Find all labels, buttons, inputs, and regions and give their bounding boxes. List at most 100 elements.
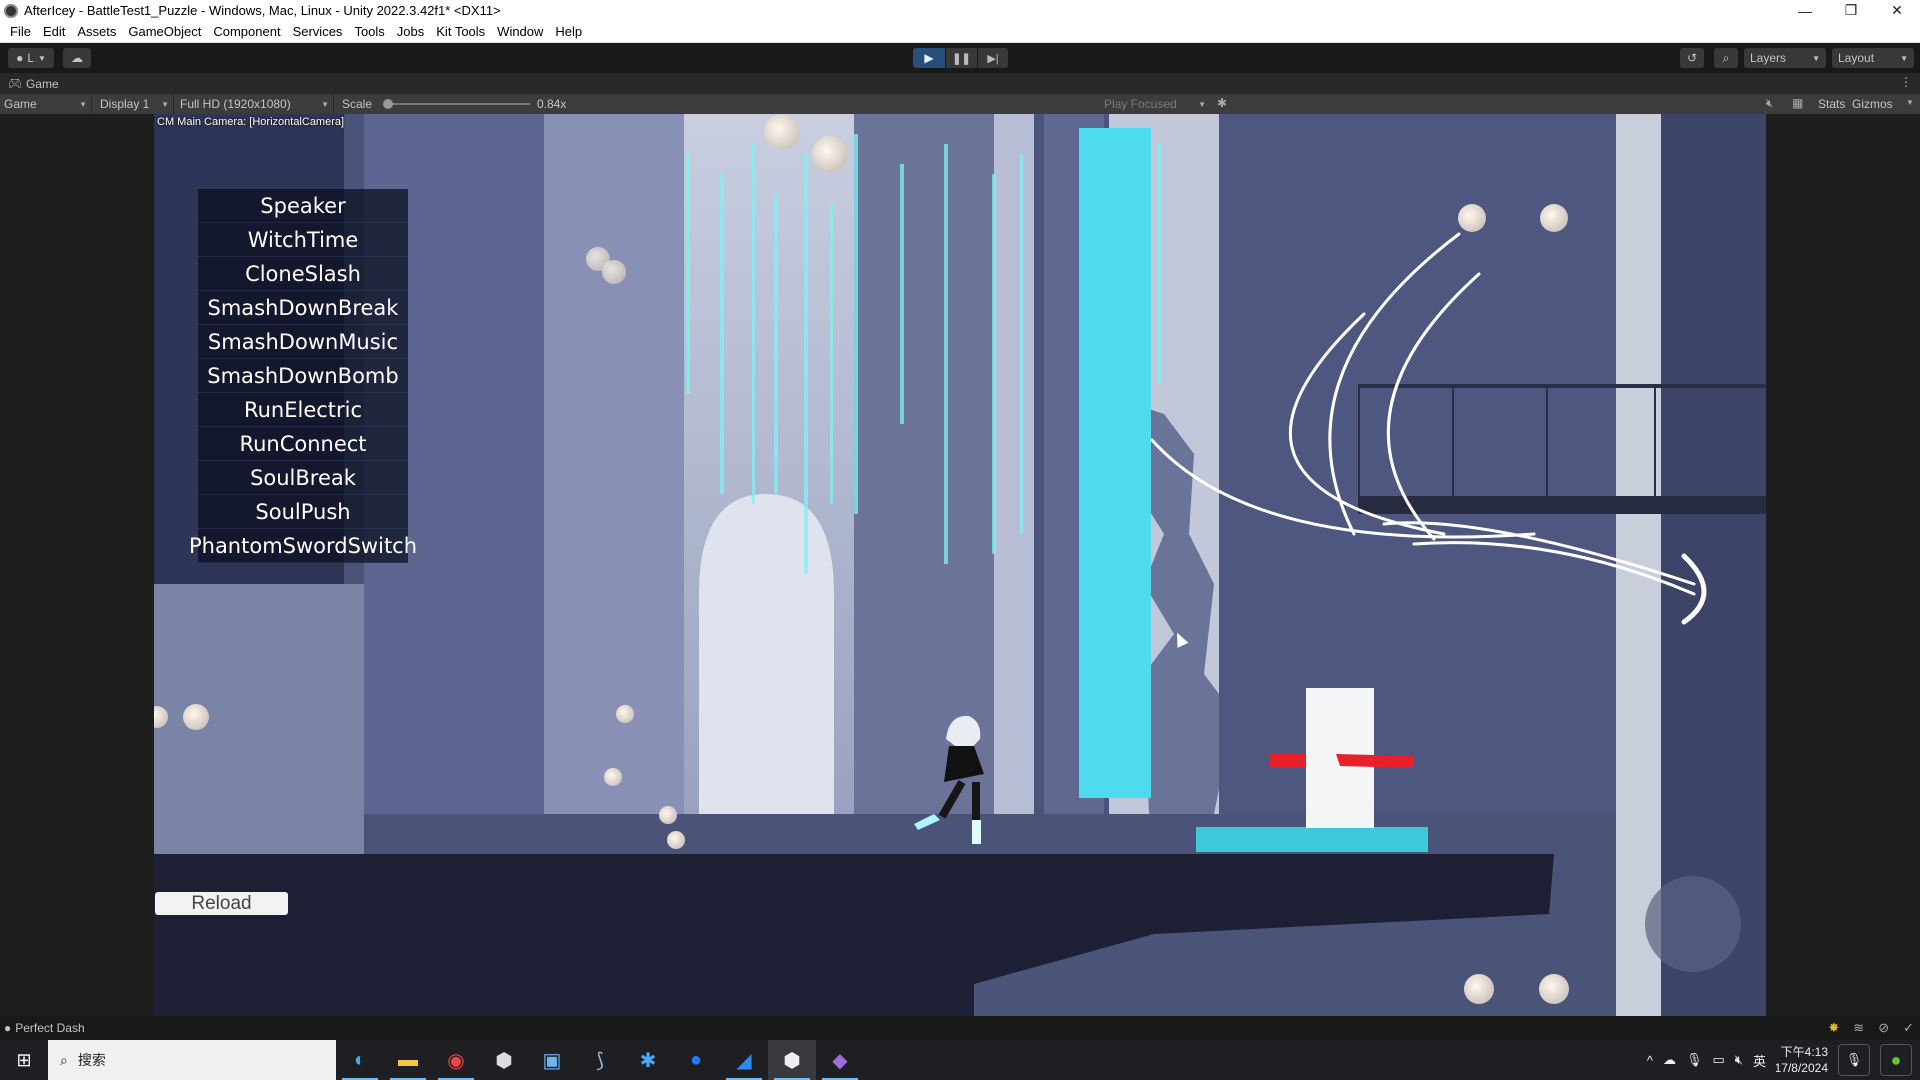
status-icons: ✸ ≋ ⊘ ✓ <box>1828 1020 1914 1036</box>
clock[interactable]: 下午4:13 17/8/2024 <box>1776 1044 1828 1076</box>
menu-component[interactable]: Component <box>207 24 286 39</box>
skill-button-speaker[interactable]: Speaker <box>198 189 408 223</box>
cyan-floor-block <box>1196 827 1428 852</box>
balcony-post <box>1654 386 1656 496</box>
scale-label: Scale <box>342 97 373 111</box>
menu-file[interactable]: File <box>4 24 37 39</box>
taskbar-app-unity-hub[interactable]: ⬢ <box>480 1040 528 1080</box>
chevron-down-icon: ▼ <box>38 53 46 63</box>
taskbar-app-visual-studio[interactable]: ◆ <box>816 1040 864 1080</box>
cloud-button[interactable]: ☁ <box>63 48 91 68</box>
mute-audio-icon[interactable]: 🔇︎ <box>1766 96 1774 111</box>
balcony-post <box>1546 386 1548 496</box>
search-icon: ⌕ <box>1722 50 1730 65</box>
unity-hub-icon: ⬢ <box>495 1049 513 1072</box>
green-dot-icon: ● <box>1890 1049 1902 1070</box>
balcony-post <box>1358 386 1360 496</box>
layout-dropdown[interactable]: Layout ▼ <box>1832 48 1914 68</box>
voice-input-button[interactable]: 🎙︎ <box>1838 1044 1870 1076</box>
onedrive-icon[interactable]: ☁ <box>1663 1052 1676 1068</box>
stats-button[interactable]: Stats <box>1818 97 1845 111</box>
taskbar-app-file-explorer[interactable]: ▬ <box>384 1040 432 1080</box>
gizmos-button[interactable]: Gizmos <box>1852 97 1893 111</box>
taskbar-search-placeholder: 搜索 <box>77 1052 106 1068</box>
menu-jobs[interactable]: Jobs <box>391 24 430 39</box>
windows-logo-icon: ⊞ <box>16 1049 32 1070</box>
skill-button-phantomswordswitch[interactable]: PhantomSwordSwitch <box>189 529 417 563</box>
layers-dropdown[interactable]: Layers ▼ <box>1744 48 1826 68</box>
skill-button-smashdownmusic[interactable]: SmashDownMusic <box>198 325 408 359</box>
skill-button-soulbreak[interactable]: SoulBreak <box>198 461 408 495</box>
red-laser-left <box>1270 754 1306 768</box>
menu-assets[interactable]: Assets <box>71 24 122 39</box>
undo-history-button[interactable]: ↺ <box>1680 48 1704 68</box>
recording-status[interactable]: ● <box>1880 1044 1912 1076</box>
skill-button-runconnect[interactable]: RunConnect <box>198 427 408 461</box>
menu-tools[interactable]: Tools <box>348 24 390 39</box>
pause-button[interactable]: ❚❚ <box>946 48 977 68</box>
status-message[interactable]: Perfect Dash <box>15 1021 84 1035</box>
play-focused-dropdown[interactable]: Play Focused ▼ <box>1100 94 1210 114</box>
taskbar-app-maps[interactable]: ● <box>672 1040 720 1080</box>
taskbar-app-mysql-workbench[interactable]: ⟆ <box>576 1040 624 1080</box>
display-select[interactable]: Display 1 ▼ <box>92 94 174 114</box>
gamepad-icon: 🎮︎ <box>8 78 22 90</box>
taskbar-app-star[interactable]: ✱ <box>624 1040 672 1080</box>
show-hidden-icons[interactable]: ^ <box>1647 1053 1653 1068</box>
reload-button[interactable]: Reload <box>155 892 288 915</box>
minimize-button[interactable]: — <box>1782 3 1828 19</box>
cache-server-icon[interactable]: ≋ <box>1853 1020 1864 1036</box>
bug-reporter-icon[interactable]: ✸ <box>1828 1020 1839 1036</box>
taskbar-app-chrome[interactable]: ◉ <box>432 1040 480 1080</box>
more-options-icon[interactable]: ⋮ <box>1900 75 1912 89</box>
search-button[interactable]: ⌕ <box>1714 48 1738 68</box>
menu-edit[interactable]: Edit <box>37 24 71 39</box>
chevron-down-icon[interactable]: ▼ <box>1906 98 1914 107</box>
tab-game[interactable]: Game <box>26 77 59 91</box>
taskbar-app-edge[interactable]: ◐ <box>336 1040 384 1080</box>
view-select[interactable]: Game ▼ <box>0 94 92 114</box>
close-button[interactable]: ✕ <box>1874 2 1920 19</box>
system-tray: ^ ☁ 🎙︎ ▭ 🔇︎ 英 下午4:13 17/8/2024 🎙︎ ● <box>1647 1040 1920 1080</box>
step-button[interactable]: ▶| <box>978 48 1008 68</box>
layout-label: Layout <box>1838 51 1875 65</box>
auto-refresh-icon[interactable]: ⊘ <box>1878 1020 1889 1036</box>
taskbar-search[interactable]: ⌕ 搜索 <box>48 1040 336 1080</box>
menu-help[interactable]: Help <box>549 24 588 39</box>
skill-button-cloneslash[interactable]: CloneSlash <box>198 257 408 291</box>
microphone-icon[interactable]: 🎙︎ <box>1686 1052 1703 1068</box>
check-icon[interactable]: ✓ <box>1903 1020 1914 1036</box>
menu-window[interactable]: Window <box>491 24 549 39</box>
restore-button[interactable]: ❐ <box>1828 2 1874 19</box>
scale-slider-track[interactable] <box>388 103 530 105</box>
skill-button-soulpush[interactable]: SoulPush <box>198 495 408 529</box>
taskbar-app-wave[interactable]: ◢ <box>720 1040 768 1080</box>
play-button[interactable]: ▶ <box>913 48 945 68</box>
skill-button-witchtime[interactable]: WitchTime <box>198 223 408 257</box>
pillar-right-of-fog <box>854 114 994 814</box>
skill-button-smashdownbreak[interactable]: SmashDownBreak <box>198 291 408 325</box>
scale-slider-handle[interactable] <box>383 99 393 109</box>
skill-button-smashdownbomb[interactable]: SmashDownBomb <box>198 359 408 393</box>
bug-icon[interactable]: ✱ <box>1217 96 1227 110</box>
ime-indicator[interactable]: 英 <box>1753 1051 1766 1070</box>
menu-services[interactable]: Services <box>287 24 349 39</box>
resolution-select[interactable]: Full HD (1920x1080) ▼ <box>174 94 334 114</box>
archway <box>699 494 834 814</box>
skill-button-runelectric[interactable]: RunElectric <box>198 393 408 427</box>
balcony-post <box>1452 386 1454 496</box>
menu-kit-tools[interactable]: Kit Tools <box>430 24 491 39</box>
menu-gameobject[interactable]: GameObject <box>122 24 207 39</box>
network-icon[interactable]: ▭ <box>1712 1052 1724 1068</box>
volume-muted-icon[interactable]: 🔇︎ <box>1735 1052 1743 1068</box>
start-button[interactable]: ⊞ <box>0 1040 48 1080</box>
skill-button-list: Speaker WitchTime CloneSlash SmashDownBr… <box>189 189 417 563</box>
unity-logo-icon <box>4 3 18 18</box>
game-render[interactable]: CM Main Camera: [HorizontalCamera] Speak… <box>154 114 1766 1016</box>
taskbar-app-unity-editor[interactable]: ⬢ <box>768 1040 816 1080</box>
star-app-icon: ✱ <box>639 1049 657 1072</box>
grid-icon[interactable]: ▦ <box>1792 96 1803 110</box>
account-dropdown[interactable]: ● L ▼ <box>8 48 54 68</box>
cloud-icon: ☁ <box>71 51 83 65</box>
taskbar-app-remote-desktop[interactable]: ▣ <box>528 1040 576 1080</box>
